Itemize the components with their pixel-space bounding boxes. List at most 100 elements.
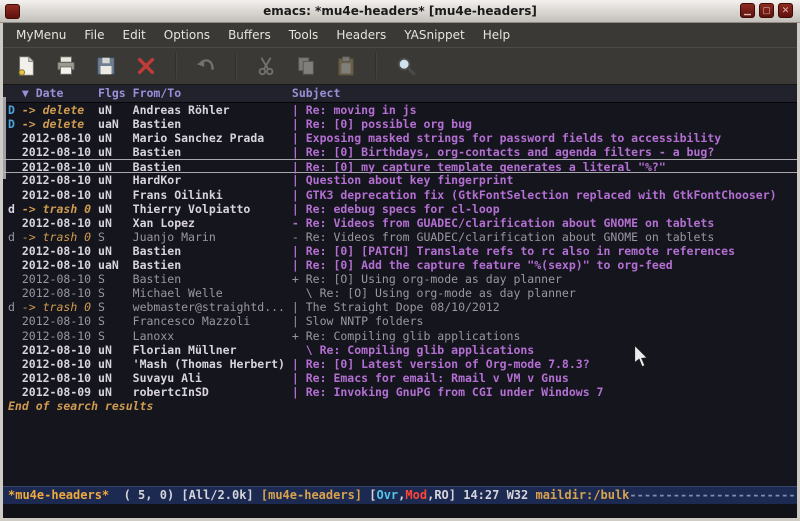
mark-target: -> trash 0 [22, 202, 98, 216]
message-flags: uN [98, 160, 133, 174]
message-subject: \ Re: Compiling glib applications [292, 343, 534, 357]
maximize-button[interactable]: ▢ [759, 3, 774, 18]
message-subject: - Re: Videos from GUADEC/clarification a… [292, 216, 714, 230]
toolbar-separator [175, 53, 177, 79]
print-button[interactable] [53, 53, 79, 79]
message-subject: | Exposing masked strings for password f… [292, 131, 721, 145]
menu-buffers[interactable]: Buffers [219, 24, 280, 46]
minimize-button[interactable]: ▁ [740, 3, 755, 18]
mark-flag [8, 145, 22, 159]
buffer-area[interactable]: ▼ Date Flgs From/To Subject D -> delete … [3, 85, 797, 486]
copy-button[interactable] [293, 53, 319, 79]
mark-flag [8, 314, 22, 328]
toolbar-separator [235, 53, 237, 79]
message-flags: uN [98, 173, 133, 187]
message-row[interactable]: 2012-08-10 uN Bastien | Re: [0] Birthday… [3, 145, 797, 159]
mark-flag [8, 216, 22, 230]
message-row[interactable]: 2012-08-10 uaN Bastien | Re: [0] Add the… [3, 258, 797, 272]
mark-flag [8, 357, 22, 371]
message-row[interactable]: 2012-08-10 uN Florian Müllner \ Re: Comp… [3, 343, 797, 357]
save-button[interactable] [93, 53, 119, 79]
message-date: 2012-08-10 [22, 173, 98, 187]
message-row[interactable]: 2012-08-10 S Bastien + Re: [O] Using org… [3, 272, 797, 286]
message-date: 2012-08-10 [22, 329, 98, 343]
mark-flag: D [8, 103, 22, 117]
message-subject: | Re: edebug specs for cl-loop [292, 202, 500, 216]
message-from: HardKor [133, 173, 292, 187]
message-row[interactable]: D -> delete uaN Bastien | Re: [0] possib… [3, 117, 797, 131]
column-header-from[interactable]: From/To [133, 86, 292, 100]
message-date: 2012-08-09 [22, 385, 98, 399]
menu-edit[interactable]: Edit [114, 24, 155, 46]
message-flags: S [98, 314, 133, 328]
modeline-segment: ( 5, 0) [All/2.0k] [116, 488, 261, 502]
paste-button[interactable] [333, 53, 359, 79]
message-subject: \ Re: [O] Using org-mode as day planner [292, 286, 576, 300]
mark-flag [8, 371, 22, 385]
mark-flag [8, 244, 22, 258]
message-flags: S [98, 286, 133, 300]
message-flags: uN [98, 145, 133, 159]
menu-yasnippet[interactable]: YASnippet [395, 24, 474, 46]
modeline-segment: Mod [405, 488, 427, 502]
message-date: 2012-08-10 [22, 160, 98, 174]
message-row[interactable]: 2012-08-10 S Francesco Mazzoli | Slow NN… [3, 314, 797, 328]
message-from: Michael Welle [133, 286, 292, 300]
message-row[interactable]: 2012-08-10 uN Suvayu Ali | Re: Emacs for… [3, 371, 797, 385]
title-bar[interactable]: emacs: *mu4e-headers* [mu4e-headers] ▁ ▢… [0, 0, 800, 23]
message-subject: | Re: [0] [PATCH] Translate refs to rc a… [292, 244, 735, 258]
message-flags: S [98, 329, 133, 343]
delete-button[interactable] [133, 53, 159, 79]
message-subject: | Re: [0] Latest version of Org-mode 7.8… [292, 357, 590, 371]
menu-mymenu[interactable]: MyMenu [7, 24, 75, 46]
message-row[interactable]: 2012-08-10 uN Mario Sanchez Prada | Expo… [3, 131, 797, 145]
message-date: 2012-08-10 [22, 145, 98, 159]
message-row[interactable]: d -> trash 0 S webmaster@straightd... | … [3, 300, 797, 314]
mark-flag: d [8, 230, 22, 244]
column-header-subject[interactable]: Subject [292, 86, 340, 100]
delete-icon [135, 55, 157, 77]
search-button[interactable] [393, 53, 419, 79]
message-row[interactable]: d -> trash 0 uN Thierry Volpiatto | Re: … [3, 202, 797, 216]
new-file-button[interactable] [13, 53, 39, 79]
message-row[interactable]: 2012-08-10 uN Xan Lopez - Re: Videos fro… [3, 216, 797, 230]
undo-button[interactable] [193, 53, 219, 79]
column-header-flags[interactable]: Flgs [98, 86, 133, 100]
message-subject: | Slow NNTP folders [292, 314, 424, 328]
mark-flag: D [8, 117, 22, 131]
message-row[interactable]: d -> trash 0 S Juanjo Marin - Re: Videos… [3, 230, 797, 244]
message-row[interactable]: 2012-08-10 uN HardKor | Question about k… [3, 173, 797, 187]
menu-options[interactable]: Options [155, 24, 219, 46]
message-row[interactable]: 2012-08-10 uN Bastien | Re: [0] my captu… [3, 159, 797, 173]
message-flags: uaN [98, 258, 133, 272]
column-header-date[interactable]: ▼ Date [22, 86, 98, 100]
message-flags: S [98, 272, 133, 286]
message-row[interactable]: D -> delete uN Andreas Röhler | Re: movi… [3, 103, 797, 117]
scrollbar-thumb[interactable] [3, 97, 6, 179]
message-flags: S [98, 300, 133, 314]
message-row[interactable]: 2012-08-10 uN Bastien | Re: [0] [PATCH] … [3, 244, 797, 258]
header-line: ▼ Date Flgs From/To Subject [3, 85, 797, 103]
message-date: 2012-08-10 [22, 272, 98, 286]
message-row[interactable]: 2012-08-10 S Michael Welle \ Re: [O] Usi… [3, 286, 797, 300]
menu-help[interactable]: Help [474, 24, 519, 46]
message-subject: | Re: moving in js [292, 103, 417, 117]
window-controls: ▁ ▢ ✕ [738, 3, 795, 18]
menu-tools[interactable]: Tools [280, 24, 328, 46]
message-row[interactable]: 2012-08-10 uN 'Mash (Thomas Herbert) | R… [3, 357, 797, 371]
cut-icon [255, 55, 277, 77]
window-menu-button[interactable] [5, 4, 20, 19]
menu-file[interactable]: File [75, 24, 113, 46]
menu-headers[interactable]: Headers [327, 24, 395, 46]
cut-button[interactable] [253, 53, 279, 79]
message-row[interactable]: 2012-08-09 uN robertcInSD | Re: Invoking… [3, 385, 797, 399]
message-from: Florian Müllner [133, 343, 292, 357]
message-flags: S [98, 230, 133, 244]
message-row[interactable]: 2012-08-10 uN Frans Oilinki | GTK3 depre… [3, 188, 797, 202]
message-from: Lanoxx [133, 329, 292, 343]
message-row[interactable]: 2012-08-10 S Lanoxx + Re: Compiling glib… [3, 329, 797, 343]
copy-icon [295, 55, 317, 77]
mark-flag [8, 286, 22, 300]
close-button[interactable]: ✕ [778, 3, 793, 18]
mark-flag: d [8, 202, 22, 216]
